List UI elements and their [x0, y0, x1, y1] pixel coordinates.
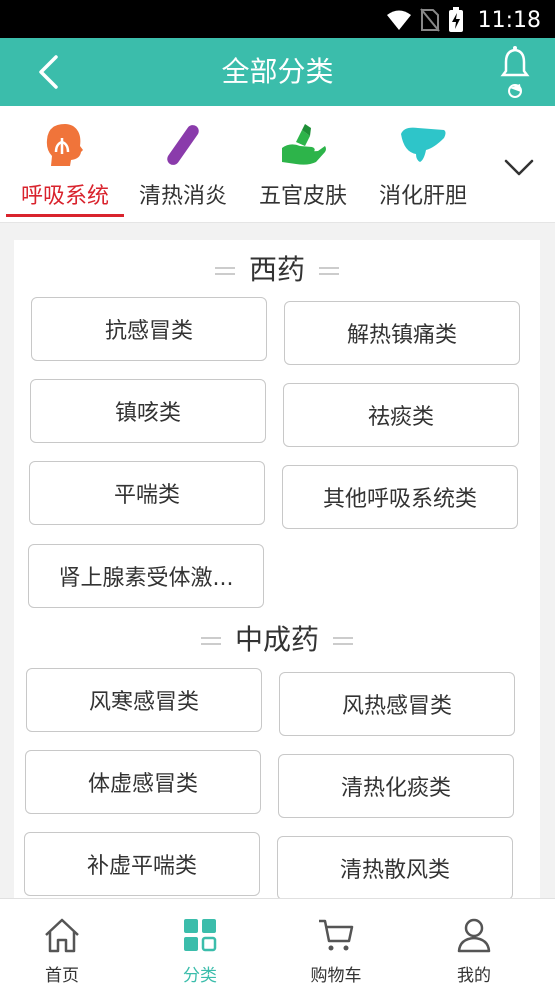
category-button[interactable]: 清热化痰类	[278, 754, 514, 818]
category-button[interactable]: 风寒感冒类	[26, 668, 262, 732]
tab-heat-clearing[interactable]: 清热消炎	[124, 106, 242, 218]
title-divider	[319, 267, 339, 275]
category-tabs: 呼吸系统 清热消炎 五官皮肤 消化肝胆	[0, 106, 555, 222]
tab-digestive-liver[interactable]: 消化肝胆	[364, 106, 482, 218]
active-tab-indicator	[6, 214, 124, 217]
wifi-icon	[386, 10, 411, 30]
tab-label: 消化肝胆	[378, 184, 467, 209]
status-time: 11:18	[477, 7, 541, 33]
page-title: 全部分类	[221, 55, 334, 88]
category-button[interactable]: 体虚感冒类	[25, 750, 261, 814]
category-button[interactable]: 祛痰类	[283, 383, 519, 447]
nav-label: 购物车	[310, 966, 362, 986]
category-button[interactable]: 抗感冒类	[31, 297, 267, 361]
section-title-chinese: 中成药	[14, 618, 540, 658]
nav-label: 我的	[457, 966, 491, 986]
nav-label: 分类	[183, 966, 217, 986]
nav-home[interactable]: 首页	[0, 899, 131, 986]
cart-icon	[319, 919, 354, 951]
category-button[interactable]: 镇咳类	[30, 379, 266, 443]
tab-label: 呼吸系统	[20, 184, 109, 209]
respiratory-icon	[46, 124, 83, 166]
nav-profile[interactable]: 我的	[405, 899, 543, 986]
nav-category[interactable]: 分类	[131, 899, 269, 986]
category-button[interactable]: 清热散风类	[277, 836, 513, 900]
hand-care-icon	[282, 124, 326, 165]
category-button[interactable]: 风热感冒类	[279, 672, 515, 736]
tab-respiratory[interactable]: 呼吸系统	[6, 106, 124, 218]
category-button[interactable]: 解热镇痛类	[284, 301, 520, 365]
chevron-down-icon[interactable]	[501, 150, 537, 186]
no-sim-icon	[419, 8, 440, 32]
title-divider	[214, 267, 235, 275]
app-header: 全部分类	[0, 38, 555, 106]
section-title-text: 中成药	[234, 623, 319, 656]
tab-label: 清热消炎	[138, 184, 227, 209]
subcategory-panel: 西药 抗感冒类 解热镇痛类 镇咳类 祛痰类 平喘类 其他呼吸系统类 肾上腺素受体…	[14, 240, 540, 900]
home-icon	[45, 918, 79, 953]
category-button[interactable]: 其他呼吸系统类	[282, 465, 518, 529]
bottom-navigation: 首页 分类 购物车 我的	[0, 898, 555, 986]
category-button[interactable]: 补虚平喘类	[24, 832, 260, 896]
tab-facial-skin[interactable]: 五官皮肤	[244, 106, 362, 218]
title-divider	[333, 637, 353, 645]
category-grid-icon	[184, 919, 217, 952]
section-title-text: 西药	[248, 253, 305, 286]
title-divider	[200, 637, 221, 645]
tab-label: 五官皮肤	[258, 184, 347, 209]
battery-charging-icon	[448, 7, 463, 32]
category-button[interactable]: 平喘类	[29, 461, 265, 525]
notification-button[interactable]	[495, 44, 535, 104]
section-title-western: 西药	[14, 248, 540, 288]
user-icon	[457, 918, 491, 953]
status-bar: 11:18	[0, 0, 555, 38]
capsule-icon	[167, 125, 199, 165]
category-button[interactable]: 肾上腺素受体激...	[28, 544, 264, 608]
nav-cart[interactable]: 购物车	[267, 899, 405, 986]
liver-icon	[401, 127, 446, 162]
bell-icon	[500, 46, 530, 98]
nav-label: 首页	[45, 966, 79, 986]
